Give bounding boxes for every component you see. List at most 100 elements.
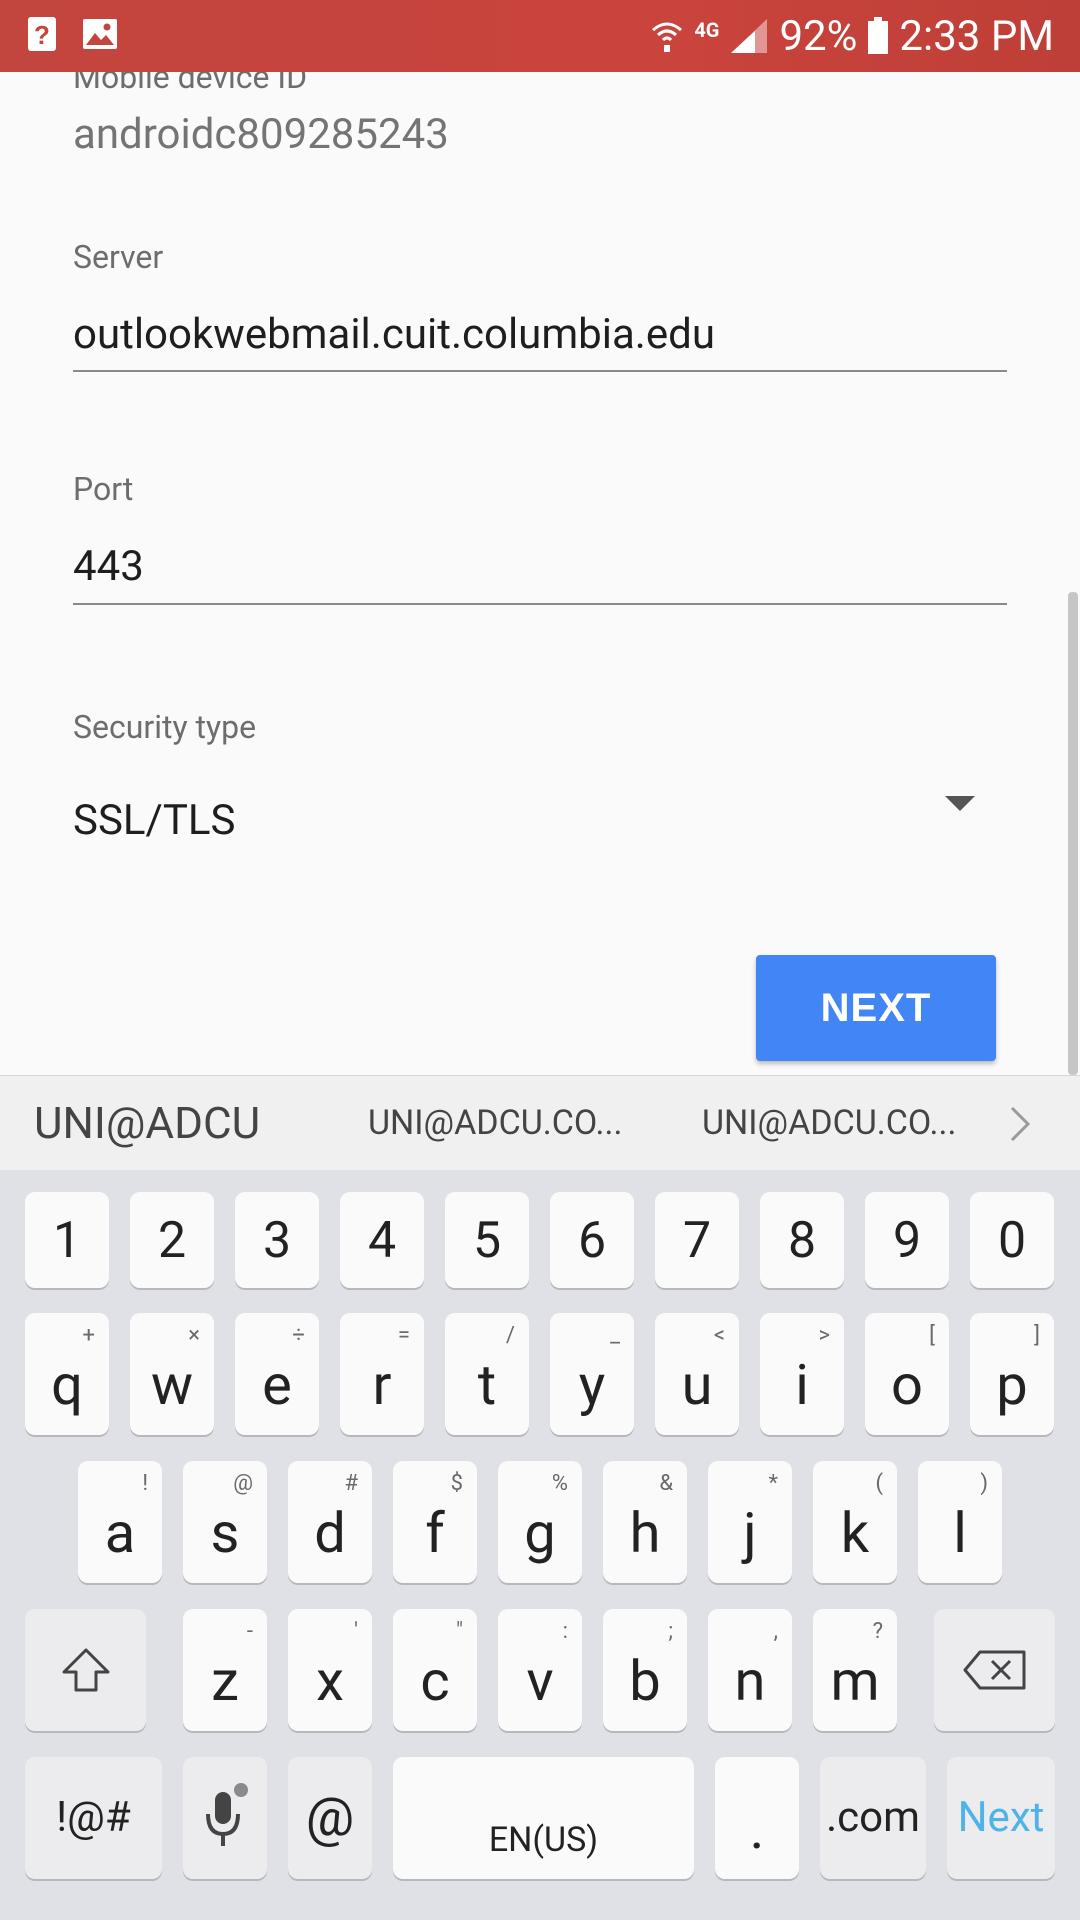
help-notification-icon: ? xyxy=(24,14,60,54)
key-6-label: 6 xyxy=(577,1212,607,1270)
key-d-label: d xyxy=(314,1500,346,1566)
key-k-label: k xyxy=(840,1500,870,1566)
key-o-alt-symbol: [ xyxy=(929,1323,935,1348)
key-l-alt-symbol: ) xyxy=(980,1471,988,1496)
key-j-label: j xyxy=(743,1500,757,1566)
backspace-key[interactable] xyxy=(934,1609,1055,1731)
key-2[interactable]: 2 xyxy=(130,1192,214,1288)
key-b-label: b xyxy=(629,1648,661,1714)
port-input-underline xyxy=(73,603,1007,605)
key-u[interactable]: u < xyxy=(655,1313,739,1435)
key-l[interactable]: l) xyxy=(918,1461,1002,1583)
key-t[interactable]: t / xyxy=(445,1313,529,1435)
period-key-label: . xyxy=(749,1796,765,1862)
security-type-label: Security type xyxy=(73,708,257,746)
cell-signal-icon xyxy=(729,17,769,55)
key-a-alt-symbol: ! xyxy=(142,1471,148,1496)
key-d[interactable]: d # xyxy=(288,1461,372,1583)
keyboard-next-key[interactable]: Next xyxy=(947,1757,1055,1879)
battery-percent: 92% xyxy=(779,11,858,61)
suggestion-3[interactable]: UNI@ADCU.CO... xyxy=(702,1076,956,1171)
at-key-label: @ xyxy=(305,1786,355,1849)
key-4[interactable]: 4 xyxy=(340,1192,424,1288)
key-i[interactable]: i > xyxy=(760,1313,844,1435)
key-p-alt-symbol: ] xyxy=(1034,1323,1040,1348)
key-n[interactable]: n, xyxy=(708,1609,792,1731)
key-v-alt-symbol: : xyxy=(562,1619,568,1644)
suggestion-1[interactable]: UNI@ADCU xyxy=(34,1076,260,1171)
clock: 2:33 PM xyxy=(899,11,1054,61)
voice-input-key[interactable] xyxy=(183,1757,267,1879)
period-key[interactable]: . xyxy=(715,1757,799,1879)
key-3[interactable]: 3 xyxy=(235,1192,319,1288)
key-9-label: 9 xyxy=(892,1212,922,1270)
key-y[interactable]: y _ xyxy=(550,1313,634,1435)
key-n-label: n xyxy=(734,1648,766,1714)
key-p-label: p xyxy=(996,1352,1028,1418)
key-0[interactable]: 0 xyxy=(970,1192,1054,1288)
wifi-calling-icon xyxy=(650,18,684,54)
next-button[interactable]: NEXT xyxy=(756,955,996,1061)
server-label: Server xyxy=(73,238,164,276)
server-settings-form: Mobile device ID androidc809285243 Serve… xyxy=(0,72,1080,1075)
key-f-label: f xyxy=(425,1500,445,1566)
key-f[interactable]: f $ xyxy=(393,1461,477,1583)
key-g-alt-symbol: % xyxy=(551,1471,568,1496)
symbols-key[interactable]: !@# xyxy=(25,1757,162,1879)
shift-icon xyxy=(62,1648,109,1692)
at-key[interactable]: @ xyxy=(288,1757,372,1879)
key-w-label: w xyxy=(150,1352,194,1418)
dotcom-key[interactable]: .com xyxy=(820,1757,926,1879)
key-e[interactable]: e ÷ xyxy=(235,1313,319,1435)
server-input[interactable]: outlookwebmail.cuit.columbia.edu xyxy=(73,310,715,359)
key-b[interactable]: b; xyxy=(603,1609,687,1731)
key-r-label: r xyxy=(372,1352,392,1418)
keyboard-next-key-label: Next xyxy=(957,1793,1045,1842)
key-0-label: 0 xyxy=(997,1212,1027,1270)
key-r[interactable]: r = xyxy=(340,1313,424,1435)
key-w[interactable]: w × xyxy=(130,1313,214,1435)
shift-key[interactable] xyxy=(25,1609,146,1731)
key-q[interactable]: q + xyxy=(25,1313,109,1435)
key-v-label: v xyxy=(526,1648,554,1714)
key-9[interactable]: 9 xyxy=(865,1192,949,1288)
key-h-label: h xyxy=(629,1500,661,1566)
key-1[interactable]: 1 xyxy=(25,1192,109,1288)
key-i-alt-symbol: > xyxy=(818,1323,830,1348)
key-7[interactable]: 7 xyxy=(655,1192,739,1288)
suggestion-2[interactable]: UNI@ADCU.CO... xyxy=(368,1076,622,1171)
key-o[interactable]: o[ xyxy=(865,1313,949,1435)
key-5[interactable]: 5 xyxy=(445,1192,529,1288)
key-t-label: t xyxy=(477,1352,497,1418)
key-r-alt-symbol: = xyxy=(397,1323,410,1348)
key-v[interactable]: v: xyxy=(498,1609,582,1731)
key-k[interactable]: k( xyxy=(813,1461,897,1583)
key-m[interactable]: m? xyxy=(813,1609,897,1731)
key-6[interactable]: 6 xyxy=(550,1192,634,1288)
port-input[interactable]: 443 xyxy=(73,542,144,591)
key-o-label: o xyxy=(891,1352,923,1418)
key-e-alt-symbol: ÷ xyxy=(292,1323,305,1348)
security-type-select[interactable]: SSL/TLS xyxy=(73,796,235,845)
space-key[interactable]: EN(US) xyxy=(393,1757,694,1879)
key-z-alt-symbol: - xyxy=(246,1619,253,1644)
key-c[interactable]: c " xyxy=(393,1609,477,1731)
key-z[interactable]: z- xyxy=(183,1609,267,1731)
keyboard-suggestion-bar: UNI@ADCU UNI@ADCU.CO... UNI@ADCU.CO... xyxy=(0,1075,1080,1171)
dropdown-arrow-icon[interactable] xyxy=(945,796,975,811)
key-g[interactable]: g% xyxy=(498,1461,582,1583)
key-j[interactable]: j * xyxy=(708,1461,792,1583)
key-1-label: 1 xyxy=(52,1212,82,1270)
key-h[interactable]: h & xyxy=(603,1461,687,1583)
key-s[interactable]: s @ xyxy=(183,1461,267,1583)
key-x[interactable]: x ' xyxy=(288,1609,372,1731)
key-p[interactable]: p] xyxy=(970,1313,1054,1435)
status-bar: ? 4G 92% 2:33 PM xyxy=(0,0,1080,72)
scrollbar[interactable] xyxy=(1068,592,1078,1075)
key-s-label: s xyxy=(210,1500,240,1566)
key-2-label: 2 xyxy=(157,1212,187,1270)
key-a[interactable]: a! xyxy=(78,1461,162,1583)
key-y-alt-symbol: _ xyxy=(610,1323,620,1348)
chevron-right-icon[interactable] xyxy=(1006,1104,1036,1148)
key-8[interactable]: 8 xyxy=(760,1192,844,1288)
